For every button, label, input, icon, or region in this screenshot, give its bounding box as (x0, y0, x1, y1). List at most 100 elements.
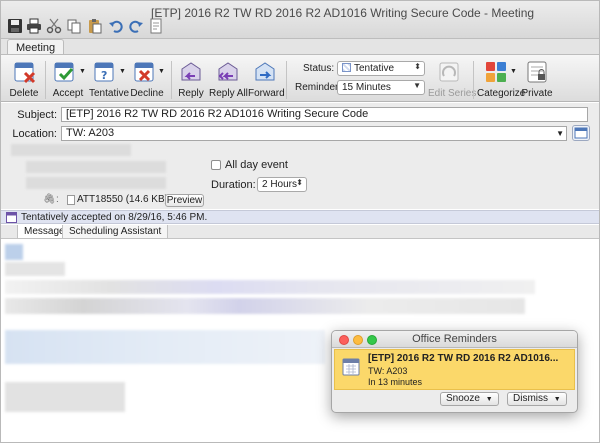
duration-select[interactable]: 2 Hours ⬍ (257, 177, 307, 192)
chevron-down-icon: ▼ (158, 68, 165, 75)
zoom-icon[interactable] (367, 335, 377, 345)
edit-series-label: Edit Series (428, 88, 477, 99)
new-item-icon[interactable] (148, 18, 164, 34)
redacted-body-text (5, 244, 23, 260)
calendar-question-icon (6, 212, 17, 223)
reply-label: Reply (178, 88, 204, 99)
tab-scheduling-assistant[interactable]: Scheduling Assistant (62, 225, 169, 239)
attachment-name[interactable]: ATT18550 (14.6 KB) (77, 194, 168, 205)
tentative-button[interactable]: ? ▼ Tentative (89, 58, 130, 100)
room-finder-icon[interactable] (572, 125, 590, 141)
redo-icon[interactable] (128, 18, 144, 34)
snooze-button[interactable]: Snooze ▼ (440, 392, 499, 406)
dismiss-button[interactable]: Dismiss ▼ (507, 392, 567, 406)
close-icon[interactable] (339, 335, 349, 345)
meeting-window: [ETP] 2016 R2 TW RD 2016 R2 AD1016 Writi… (0, 0, 600, 443)
location-label: Location: (12, 128, 57, 140)
chevron-down-icon: ▼ (510, 68, 517, 75)
redacted-body-text (5, 262, 65, 276)
window-title: [ETP] 2016 R2 TW RD 2016 R2 AD1016 Writi… (151, 6, 535, 20)
title-bar: [ETP] 2016 R2 TW RD 2016 R2 AD1016 Writi… (1, 1, 599, 39)
updown-arrows-icon: ⬍ (414, 62, 421, 71)
info-bar-text: Tentatively accepted on 8/29/16, 5:46 PM… (21, 212, 208, 223)
edit-series-icon (437, 60, 461, 84)
ribbon: Delete ▼ Accept ? ▼ Tentative ▼ Decline (1, 54, 599, 102)
forward-label: Forward (248, 88, 285, 99)
svg-text:?: ? (101, 69, 107, 82)
all-day-label: All day event (225, 159, 288, 171)
snooze-label: Snooze (446, 393, 480, 404)
ribbon-separator (286, 61, 287, 99)
chevron-down-icon: ▼ (79, 68, 86, 75)
paste-icon[interactable] (87, 18, 103, 34)
chevron-down-icon: ▼ (485, 396, 493, 403)
status-label: Status: (303, 63, 335, 74)
preview-button[interactable]: Preview (165, 194, 204, 207)
chevron-down-icon: ▼ (413, 81, 421, 90)
reminder-location: TW: A203 (368, 366, 408, 376)
subject-label: Subject: (17, 109, 57, 121)
redacted-body-text (5, 330, 325, 364)
cut-icon[interactable] (46, 18, 62, 34)
ribbon-separator (473, 61, 474, 99)
private-button[interactable]: Private (520, 58, 554, 100)
reminder-subject: [ETP] 2016 R2 TW RD 2016 R2 AD1016... (368, 353, 559, 364)
decline-icon (133, 60, 157, 84)
file-icon (67, 195, 75, 205)
reminder-item[interactable]: [ETP] 2016 R2 TW RD 2016 R2 AD1016... TW… (334, 349, 575, 390)
location-field[interactable]: TW: A203 ▼ (61, 126, 567, 141)
redacted-end-time (26, 177, 166, 189)
subject-field[interactable]: [ETP] 2016 R2 TW RD 2016 R2 AD1016 Writi… (61, 107, 588, 122)
ribbon-separator (171, 61, 172, 99)
redacted-body-text (5, 298, 525, 314)
ribbon-separator (45, 61, 46, 99)
reminder-label: Reminder: (295, 82, 342, 93)
all-day-checkbox[interactable] (211, 160, 221, 170)
office-reminders-window: Office Reminders [ETP] 2016 R2 TW RD 201… (331, 330, 578, 413)
status-value: Tentative (354, 63, 395, 74)
accept-button[interactable]: ▼ Accept (49, 58, 87, 100)
info-bar: Tentatively accepted on 8/29/16, 5:46 PM… (1, 210, 599, 224)
copy-icon[interactable] (66, 18, 82, 34)
redacted-organizer (11, 144, 131, 156)
ribbon-tab-strip: Meeting (1, 39, 599, 55)
delete-label: Delete (9, 88, 39, 99)
duration-value: 2 Hours (262, 179, 298, 190)
categorize-button[interactable]: ▼ Categorize (477, 58, 526, 100)
status-select[interactable]: Tentative ⬍ (337, 61, 425, 76)
duration-label: Duration: (211, 179, 256, 191)
reminders-title-bar: Office Reminders (332, 331, 577, 348)
decline-label: Decline (130, 88, 164, 99)
reminders-title: Office Reminders (412, 333, 497, 345)
reminder-select[interactable]: 15 Minutes ▼ (337, 80, 425, 95)
body-tab-strip: Message Scheduling Assistant (1, 225, 599, 239)
accept-label: Accept (52, 88, 84, 99)
reply-all-button[interactable]: Reply All (209, 58, 248, 100)
delete-button[interactable]: Delete (7, 58, 41, 100)
redacted-body-text (5, 280, 535, 294)
location-value: TW: A203 (66, 127, 115, 139)
minimize-icon[interactable] (353, 335, 363, 345)
dismiss-label: Dismiss (513, 393, 548, 404)
calendar-icon (342, 358, 360, 376)
updown-arrows-icon: ⬍ (296, 178, 303, 187)
reply-button[interactable]: Reply (175, 58, 207, 100)
tab-meeting[interactable]: Meeting (7, 39, 65, 55)
tentative-icon: ? (93, 60, 117, 84)
tentative-pattern-icon (342, 63, 351, 72)
decline-button[interactable]: ▼ Decline (129, 58, 165, 100)
lock-icon (525, 60, 549, 84)
forward-button[interactable]: Forward (248, 58, 285, 100)
reply-icon (179, 60, 203, 84)
edit-series-button[interactable]: Edit Series (428, 58, 477, 100)
meeting-form: Subject: [ETP] 2016 R2 TW RD 2016 R2 AD1… (1, 103, 599, 209)
chevron-down-icon: ▼ (553, 396, 561, 403)
chevron-down-icon: ▼ (119, 68, 126, 75)
print-icon[interactable] (26, 18, 42, 34)
categorize-label: Categorize (477, 88, 526, 99)
tentative-label: Tentative (89, 88, 130, 99)
redacted-body-text (5, 382, 125, 412)
save-icon[interactable] (7, 18, 23, 34)
delete-icon (12, 60, 36, 84)
undo-icon[interactable] (108, 18, 124, 34)
